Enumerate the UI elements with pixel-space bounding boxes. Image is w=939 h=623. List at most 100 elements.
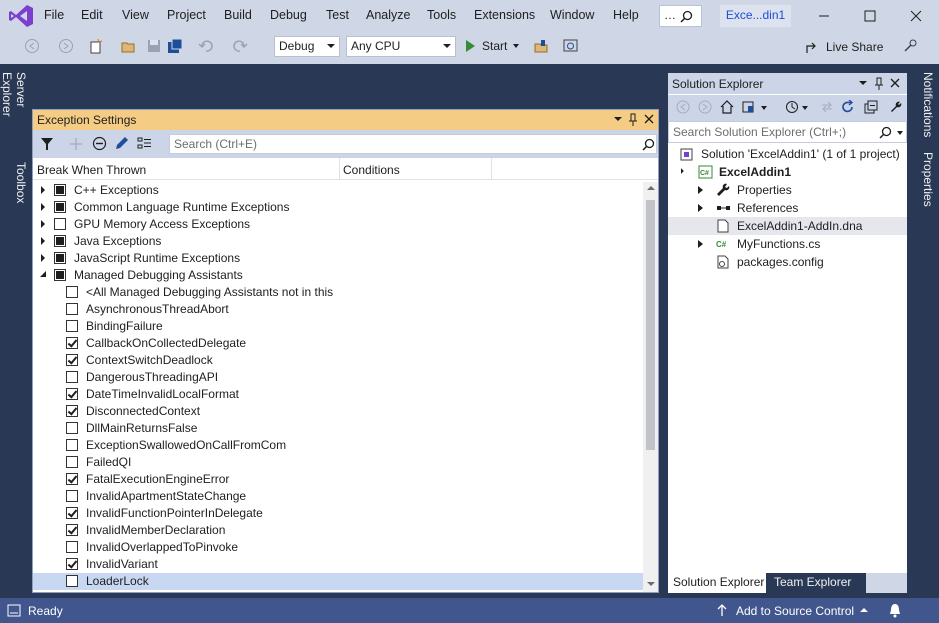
exception-checkbox[interactable] bbox=[54, 252, 66, 264]
close-panel-icon[interactable] bbox=[644, 114, 654, 124]
menu-project[interactable]: Project bbox=[167, 8, 206, 22]
exception-checkbox[interactable] bbox=[66, 388, 78, 400]
server-explorer-tab[interactable]: Server Explorer bbox=[0, 72, 28, 152]
collapse-all-icon[interactable] bbox=[864, 100, 878, 114]
configuration-dropdown[interactable]: Debug bbox=[274, 36, 340, 57]
collapsed-arrow-icon[interactable] bbox=[41, 220, 45, 228]
exception-row[interactable]: ExceptionSwallowedOnCallFromCom bbox=[33, 437, 643, 454]
redo-icon[interactable] bbox=[232, 38, 248, 54]
minimize-icon[interactable] bbox=[814, 6, 834, 26]
exception-row[interactable]: InvalidMemberDeclaration bbox=[33, 522, 643, 539]
exception-row[interactable]: Common Language Runtime Exceptions bbox=[33, 199, 643, 216]
exception-row[interactable]: InvalidVariant bbox=[33, 556, 643, 573]
scroll-down-arrow-icon[interactable] bbox=[647, 582, 655, 586]
exception-row[interactable]: JavaScript Runtime Exceptions bbox=[33, 250, 643, 267]
find-in-files-icon[interactable] bbox=[533, 38, 549, 54]
home-icon[interactable] bbox=[720, 100, 734, 114]
save-all-icon[interactable] bbox=[167, 38, 183, 54]
platform-dropdown[interactable]: Any CPU bbox=[346, 36, 456, 57]
exception-checkbox[interactable] bbox=[54, 184, 66, 196]
source-control-arrow-icon[interactable] bbox=[860, 608, 868, 612]
scrollbar-thumb[interactable] bbox=[646, 200, 655, 450]
pending-changes-filter-icon[interactable] bbox=[785, 100, 799, 114]
menu-help[interactable]: Help bbox=[613, 8, 639, 22]
panel-menu-arrow-icon[interactable] bbox=[614, 117, 622, 121]
exception-checkbox[interactable] bbox=[66, 337, 78, 349]
exception-checkbox[interactable] bbox=[66, 439, 78, 451]
tree-item-packages-config[interactable]: packages.config bbox=[668, 253, 907, 271]
tree-item-solution[interactable]: Solution 'ExcelAddin1' (1 of 1 project) bbox=[668, 145, 907, 163]
tree-item-references[interactable]: References bbox=[668, 199, 907, 217]
open-file-icon[interactable] bbox=[121, 38, 137, 54]
feedback-icon[interactable] bbox=[903, 38, 919, 54]
exception-checkbox[interactable] bbox=[54, 269, 66, 281]
menu-view[interactable]: View bbox=[122, 8, 149, 22]
exception-checkbox[interactable] bbox=[66, 456, 78, 468]
solution-name-badge[interactable]: Exce...din1 bbox=[720, 5, 791, 27]
search-icon[interactable] bbox=[879, 126, 892, 139]
close-panel-icon[interactable] bbox=[890, 78, 900, 88]
maximize-icon[interactable] bbox=[860, 6, 880, 26]
properties-wrench-icon[interactable] bbox=[889, 100, 903, 114]
exception-checkbox[interactable] bbox=[54, 235, 66, 247]
sync-icon[interactable] bbox=[820, 100, 834, 114]
filter-dropdown-arrow[interactable] bbox=[802, 106, 808, 110]
collapsed-arrow-icon[interactable] bbox=[41, 203, 45, 211]
exception-row[interactable]: GPU Memory Access Exceptions bbox=[33, 216, 643, 233]
exception-row[interactable]: LoaderLock bbox=[33, 573, 643, 590]
exception-checkbox[interactable] bbox=[66, 422, 78, 434]
notifications-tab[interactable]: Notifications bbox=[913, 72, 935, 152]
expanded-arrow-icon[interactable] bbox=[678, 168, 684, 174]
exception-row[interactable]: Managed Debugging Assistants bbox=[33, 267, 643, 284]
tab-team-explorer[interactable]: Team Explorer bbox=[766, 573, 866, 593]
exception-checkbox[interactable] bbox=[66, 524, 78, 536]
menu-window[interactable]: Window bbox=[550, 8, 594, 22]
exception-checkbox[interactable] bbox=[54, 218, 66, 230]
menu-analyze[interactable]: Analyze bbox=[366, 8, 410, 22]
menu-build[interactable]: Build bbox=[224, 8, 252, 22]
tab-solution-explorer[interactable]: Solution Explorer bbox=[668, 573, 766, 593]
exception-row[interactable]: CallbackOnCollectedDelegate bbox=[33, 335, 643, 352]
toolbox-tab[interactable]: Toolbox bbox=[6, 162, 28, 212]
restore-defaults-icon[interactable] bbox=[137, 136, 152, 151]
exception-row[interactable]: ContextSwitchDeadlock bbox=[33, 352, 643, 369]
tree-item-project[interactable]: C# ExcelAddin1 bbox=[668, 163, 907, 181]
collapsed-arrow-icon[interactable] bbox=[698, 186, 703, 194]
exception-row[interactable]: AsynchronousThreadAbort bbox=[33, 301, 643, 318]
exception-row[interactable]: BindingFailure bbox=[33, 318, 643, 335]
undo-icon[interactable] bbox=[198, 38, 214, 54]
exception-checkbox[interactable] bbox=[54, 201, 66, 213]
switch-views-icon[interactable] bbox=[742, 100, 758, 114]
vertical-scrollbar[interactable] bbox=[643, 182, 658, 592]
collapsed-arrow-icon[interactable] bbox=[698, 204, 703, 212]
collapsed-arrow-icon[interactable] bbox=[41, 237, 45, 245]
properties-tab[interactable]: Properties bbox=[913, 152, 935, 212]
collapsed-arrow-icon[interactable] bbox=[41, 254, 45, 262]
refresh-icon[interactable] bbox=[841, 100, 855, 114]
menu-debug[interactable]: Debug bbox=[270, 8, 307, 22]
menu-test[interactable]: Test bbox=[326, 8, 349, 22]
add-to-source-control-button[interactable]: Add to Source Control bbox=[736, 604, 854, 618]
notifications-bell-icon[interactable] bbox=[888, 603, 902, 618]
browser-link-icon[interactable] bbox=[563, 38, 579, 54]
exception-checkbox[interactable] bbox=[66, 490, 78, 502]
tree-item-dna-file[interactable]: ExcelAddin1-AddIn.dna bbox=[668, 217, 907, 235]
menu-extensions[interactable]: Extensions bbox=[474, 8, 535, 22]
exception-checkbox[interactable] bbox=[66, 473, 78, 485]
search-icon[interactable] bbox=[642, 138, 655, 151]
visual-studio-logo-icon[interactable] bbox=[8, 4, 34, 28]
exception-checkbox[interactable] bbox=[66, 320, 78, 332]
menu-edit[interactable]: Edit bbox=[81, 8, 103, 22]
exception-row[interactable]: InvalidFunctionPointerInDelegate bbox=[33, 505, 643, 522]
exception-row[interactable]: FailedQI bbox=[33, 454, 643, 471]
pin-icon[interactable] bbox=[628, 113, 638, 127]
save-icon[interactable] bbox=[146, 38, 162, 54]
exception-checkbox[interactable] bbox=[66, 558, 78, 570]
forward-icon[interactable] bbox=[698, 100, 712, 114]
collapsed-arrow-icon[interactable] bbox=[41, 186, 45, 194]
tree-item-properties[interactable]: Properties bbox=[668, 181, 907, 199]
menu-file[interactable]: File bbox=[44, 8, 64, 22]
exception-row[interactable]: <All Managed Debugging Assistants not in… bbox=[33, 284, 643, 301]
add-icon[interactable] bbox=[69, 137, 83, 151]
exception-checkbox[interactable] bbox=[66, 575, 78, 587]
